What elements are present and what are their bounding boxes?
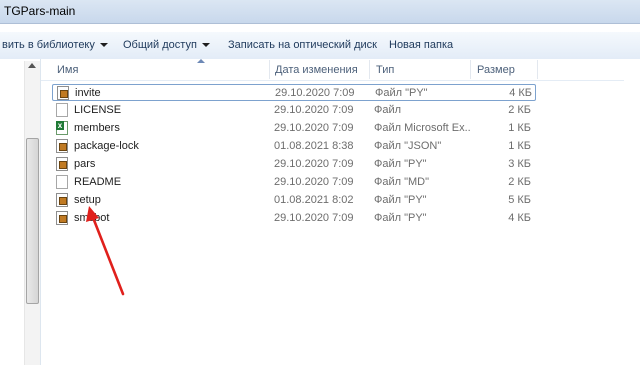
file-type: Файл "MD" [374,176,430,188]
file-row-members[interactable]: members 29.10.2020 7:09 Файл Microsoft E… [52,120,536,137]
add-to-library-label: вить в библиотеку [2,39,95,51]
file-date: 01.08.2021 8:38 [274,140,354,152]
column-divider[interactable] [369,60,370,79]
file-name: pars [74,158,96,170]
file-date: 29.10.2020 7:09 [274,104,354,116]
excel-file-icon [56,121,68,135]
title-bar[interactable]: TGPars-main [0,0,640,24]
file-type: Файл "PY" [374,194,427,206]
python-file-icon [56,157,68,171]
add-to-library-button[interactable]: вить в библиотеку [2,39,108,51]
file-date: 01.08.2021 8:02 [274,194,354,206]
file-size: 1 КБ [508,140,531,152]
column-headers: Имя Дата изменения Тип Размер [41,59,640,81]
file-type: Файл "PY" [375,87,428,99]
file-name: setup [74,194,101,206]
python-file-icon [56,211,68,225]
sort-ascending-icon [197,59,205,63]
file-type: Файл "PY" [374,158,427,170]
file-size: 4 КБ [509,87,532,99]
file-row-invite[interactable]: invite 29.10.2020 7:09 Файл "PY" 4 КБ [52,84,536,101]
file-name: smsbot [74,212,110,224]
share-button[interactable]: Общий доступ [123,39,210,51]
file-size: 4 КБ [508,212,531,224]
file-row-smsbot[interactable]: smsbot 29.10.2020 7:09 Файл "PY" 4 КБ [52,210,536,227]
blank-file-icon [56,175,68,189]
command-toolbar: вить в библиотеку Общий доступ Записать … [0,31,640,60]
file-row-setup[interactable]: setup 01.08.2021 8:02 Файл "PY" 5 КБ [52,192,536,209]
file-size: 3 КБ [508,158,531,170]
burn-to-disc-button[interactable]: Записать на оптический диск [228,39,377,51]
file-date: 29.10.2020 7:09 [274,212,354,224]
file-name: invite [75,87,101,99]
file-row-license[interactable]: LICENSE 29.10.2020 7:09 Файл 2 КБ [52,102,536,119]
column-divider[interactable] [537,60,538,79]
file-type: Файл Microsoft Ex... [374,122,470,134]
new-folder-button[interactable]: Новая папка [389,39,453,51]
python-file-icon [57,86,69,100]
file-row-package-lock[interactable]: package-lock 01.08.2021 8:38 Файл "JSON"… [52,138,536,155]
scrollbar-thumb[interactable] [26,138,39,304]
vertical-scrollbar[interactable] [624,59,640,365]
burn-label: Записать на оптический диск [228,39,377,51]
file-type: Файл [374,104,402,116]
file-name: LICENSE [74,104,122,116]
chevron-down-icon [201,43,210,48]
blank-file-icon [56,103,68,117]
file-name: README [74,176,122,188]
file-size: 2 КБ [508,104,531,116]
scroll-up-arrow-icon[interactable] [28,63,36,68]
file-date: 29.10.2020 7:09 [274,176,354,188]
file-name: members [74,122,120,134]
file-name: package-lock [74,140,139,152]
column-divider[interactable] [269,60,270,79]
file-date: 29.10.2020 7:09 [275,87,355,99]
explorer-window: TGPars-main вить в библиотеку Общий дост… [0,0,640,365]
column-header-date[interactable]: Дата изменения [275,64,358,76]
python-file-icon [56,139,68,153]
chevron-down-icon [99,43,108,48]
file-type: Файл "PY" [374,212,427,224]
file-date: 29.10.2020 7:09 [274,122,354,134]
file-date: 29.10.2020 7:09 [274,158,354,170]
python-file-icon [56,193,68,207]
window-title: TGPars-main [4,4,76,18]
column-divider[interactable] [470,60,471,79]
column-header-name[interactable]: Имя [57,64,78,76]
file-type: Файл "JSON" [374,140,442,152]
share-label: Общий доступ [123,39,197,51]
file-size: 5 КБ [508,194,531,206]
column-header-size[interactable]: Размер [477,64,515,76]
new-folder-label: Новая папка [389,39,454,51]
file-size: 2 КБ [508,176,531,188]
column-header-type[interactable]: Тип [376,64,394,76]
file-row-pars[interactable]: pars 29.10.2020 7:09 Файл "PY" 3 КБ [52,156,536,173]
file-size: 1 КБ [508,122,531,134]
file-row-readme[interactable]: README 29.10.2020 7:09 Файл "MD" 2 КБ [52,174,536,191]
